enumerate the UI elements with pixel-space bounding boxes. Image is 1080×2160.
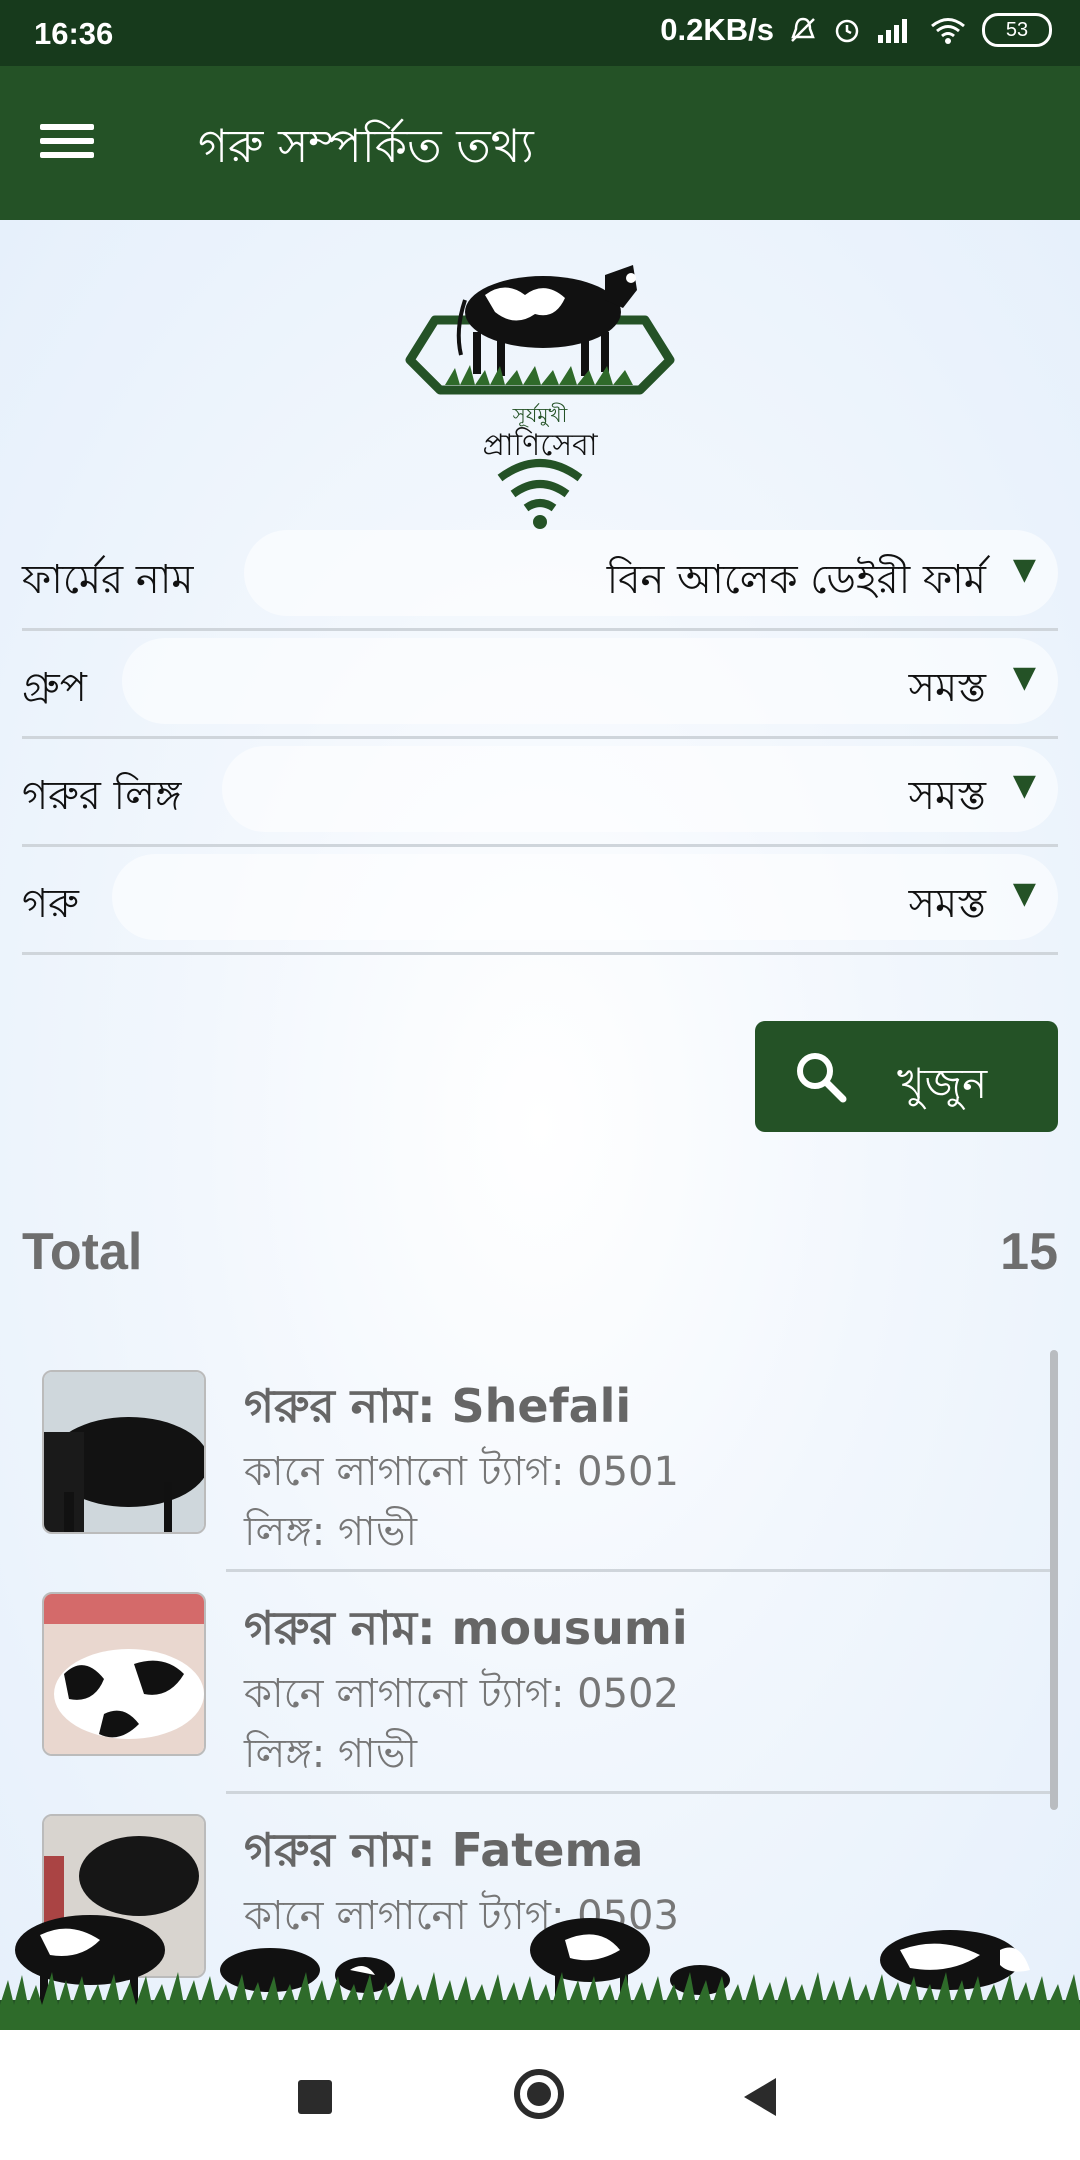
signal-icon bbox=[878, 19, 907, 43]
cow-photo bbox=[42, 1592, 206, 1756]
list-item[interactable]: গরুর নাম: mousumi কানে লাগানো ট্যাগ: 050… bbox=[22, 1572, 1058, 1794]
app-bar: গরু সম্পর্কিত তথ্য bbox=[0, 66, 1080, 220]
cow-sex-value: সমস্ত bbox=[908, 773, 986, 819]
alarm-icon bbox=[835, 19, 859, 43]
group-dropdown[interactable]: গ্রুপ সমস্ত ▼ bbox=[22, 630, 1058, 739]
cow-dropdown[interactable]: গরু সমস্ত ▼ bbox=[22, 846, 1058, 955]
battery-icon: 53 bbox=[982, 13, 1052, 47]
logo-text-top: সূর্যমুখী bbox=[512, 403, 568, 427]
cow-sex-dropdown[interactable]: গরুর লিঙ্গ সমস্ত ▼ bbox=[22, 738, 1058, 847]
wifi-icon bbox=[931, 18, 965, 44]
home-icon[interactable] bbox=[514, 2069, 564, 2119]
dropdown-arrow-icon: ▼ bbox=[1012, 768, 1036, 803]
search-button[interactable]: খুজুন bbox=[755, 1021, 1058, 1132]
recents-icon[interactable] bbox=[298, 2080, 332, 2114]
logo-text-bottom: প্রাণিসেবা bbox=[482, 427, 598, 463]
status-right: 0.2KB/s 53 bbox=[660, 12, 1052, 48]
cow-value: সমস্ত bbox=[908, 881, 986, 927]
hamburger-menu-icon[interactable] bbox=[40, 116, 112, 172]
group-value: সমস্ত bbox=[908, 665, 986, 711]
cow-sex: লিঙ্গ: গাভী bbox=[244, 1509, 418, 1555]
list-item[interactable]: গরুর নাম: Shefali কানে লাগানো ট্যাগ: 050… bbox=[22, 1350, 1058, 1572]
cow-sex-label: গরুর লিঙ্গ bbox=[22, 773, 182, 819]
cow-ear-tag: কানে লাগানো ট্যাগ: 0501 bbox=[244, 1449, 679, 1495]
farm-name-label: ফার্মের নাম bbox=[22, 557, 194, 603]
dropdown-arrow-icon: ▼ bbox=[1012, 552, 1036, 587]
cow-name: গরুর নাম: Shefali bbox=[244, 1379, 632, 1433]
system-nav-bar bbox=[0, 2030, 1080, 2160]
farm-name-value: বিন আলেক ডেইরী ফার্ম bbox=[606, 557, 986, 603]
page-title: গরু সম্পর্কিত তথ্য bbox=[198, 119, 534, 173]
dropdown-arrow-icon: ▼ bbox=[1012, 660, 1036, 695]
main-content: সূর্যমুখী প্রাণিসেবা ফার্মের নাম বিন আলে… bbox=[0, 220, 1080, 2030]
total-count: 15 bbox=[1000, 1223, 1058, 1281]
total-label: Total bbox=[22, 1223, 143, 1281]
cow-name: গরুর নাম: mousumi bbox=[244, 1601, 688, 1655]
mute-icon bbox=[791, 17, 815, 42]
grass-cows-decoration bbox=[0, 1915, 1080, 2030]
cow-label: গরু bbox=[22, 881, 79, 927]
cow-sex: লিঙ্গ: গাভী bbox=[244, 1731, 418, 1777]
status-time: 16:36 bbox=[34, 16, 114, 51]
app-logo: সূর্যমুখী প্রাণিসেবা bbox=[405, 265, 675, 529]
back-icon[interactable] bbox=[744, 2078, 776, 2116]
farm-name-dropdown[interactable]: ফার্মের নাম বিন আলেক ডেইরী ফার্ম ▼ bbox=[22, 522, 1058, 631]
search-icon bbox=[797, 1053, 847, 1103]
dropdown-arrow-icon: ▼ bbox=[1012, 876, 1036, 911]
cow-photo bbox=[42, 1370, 206, 1534]
group-label: গ্রুপ bbox=[22, 665, 87, 711]
status-bar: 16:36 0.2KB/s 53 bbox=[0, 0, 1080, 66]
cow-ear-tag: কানে লাগানো ট্যাগ: 0502 bbox=[244, 1671, 679, 1717]
network-speed: 0.2KB/s bbox=[660, 12, 774, 47]
search-button-label: খুজুন bbox=[897, 1059, 988, 1108]
